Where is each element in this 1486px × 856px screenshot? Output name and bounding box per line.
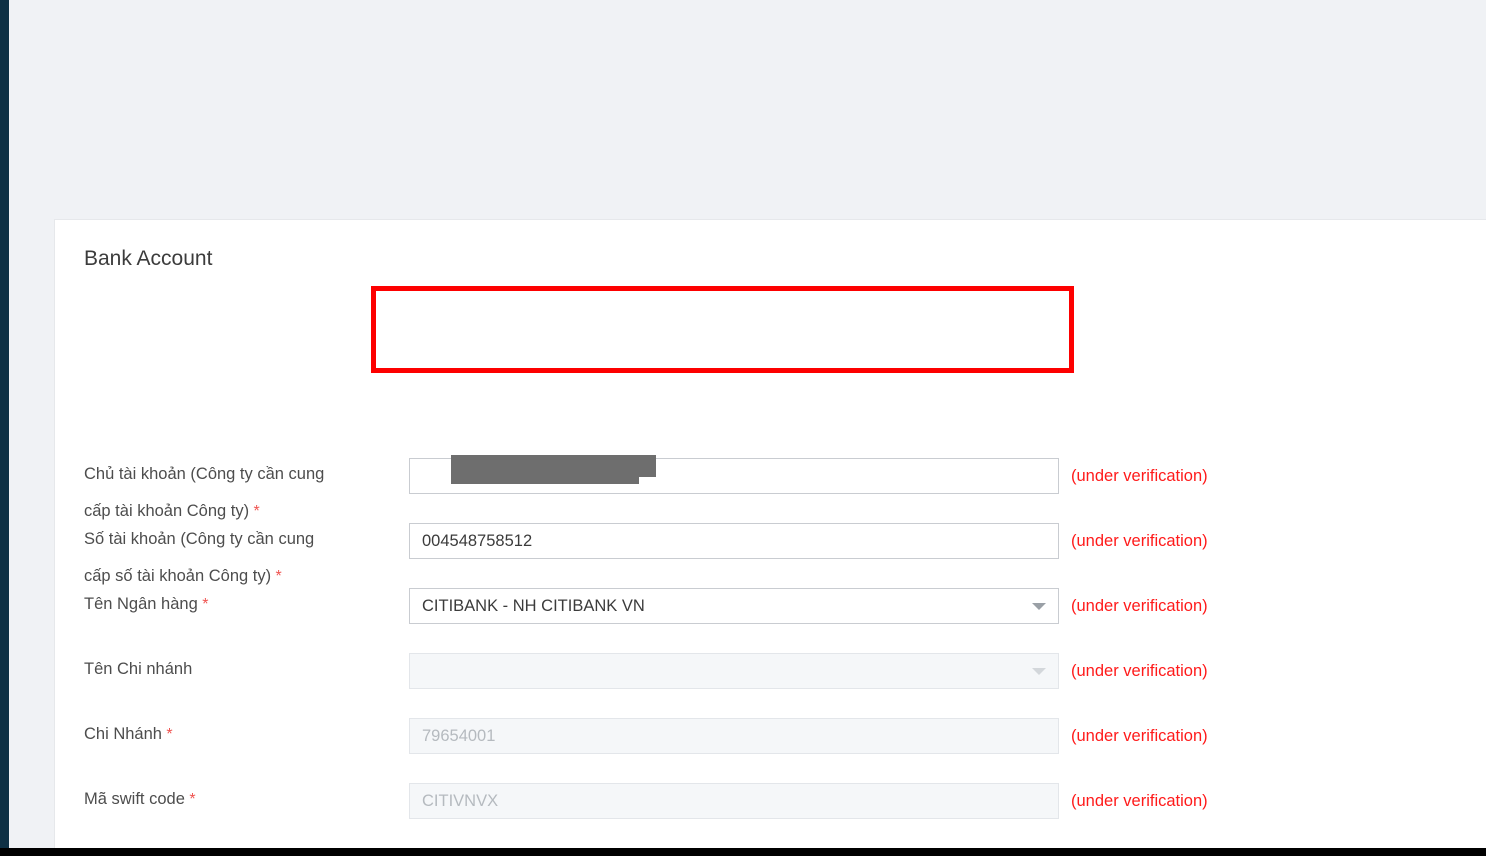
field-label-1: Chủ tài khoản (Công ty cần cung cấp tài k… [84, 456, 404, 530]
status-badge-2: (under verification) [1071, 532, 1208, 550]
field-label-5: Chi Nhánh * [84, 716, 404, 753]
field-select-3[interactable]: CITIBANK - NH CITIBANK VN [409, 588, 1059, 624]
left-nav-rail [0, 0, 9, 848]
field-label-2: Số tài khoản (Công ty cần cung cấp số tài… [84, 521, 404, 595]
left-rail-gutter [9, 0, 54, 848]
bank-account-card: Bank Account Chủ tài khoản (Công ty cần … [54, 219, 1486, 848]
field-input-2[interactable]: 004548758512 [409, 523, 1059, 559]
field-label-line1: Chủ tài khoản (Công ty cần cung [84, 465, 325, 483]
card-heading: Bank Account [84, 247, 213, 270]
field-label-6: Mã swift code * [84, 781, 404, 818]
status-badge-6: (under verification) [1071, 792, 1208, 810]
status-badge-5: (under verification) [1071, 727, 1208, 745]
field-label-line1: Số tài khoản (Công ty cần cung [84, 530, 315, 548]
redaction-overlay [451, 455, 656, 484]
field-label-line1: Mã swift code [84, 790, 185, 808]
window-bottom-edge [0, 848, 1486, 856]
status-badge-3: (under verification) [1071, 597, 1208, 615]
field-label-line1: Tên Ngân hàng [84, 595, 198, 613]
chevron-down-icon [1032, 603, 1046, 610]
required-asterisk: * [249, 503, 260, 520]
field-label-line1: Tên Chi nhánh [84, 660, 193, 678]
field-label-4: Tên Chi nhánh [84, 651, 404, 688]
page-header-area [9, 0, 1486, 219]
required-asterisk: * [161, 726, 173, 743]
field-select-4 [409, 653, 1059, 689]
field-input-6: CITIVNVX [409, 783, 1059, 819]
required-asterisk: * [184, 791, 196, 808]
field-label-line1: Chi Nhánh [84, 725, 162, 743]
field-input-5: 79654001 [409, 718, 1059, 754]
required-asterisk: * [197, 596, 209, 613]
status-badge-1: (under verification) [1071, 467, 1208, 485]
field-label-3: Tên Ngân hàng * [84, 586, 404, 623]
status-badge-4: (under verification) [1071, 662, 1208, 680]
chevron-down-icon [1032, 668, 1046, 675]
required-asterisk: * [271, 568, 282, 585]
